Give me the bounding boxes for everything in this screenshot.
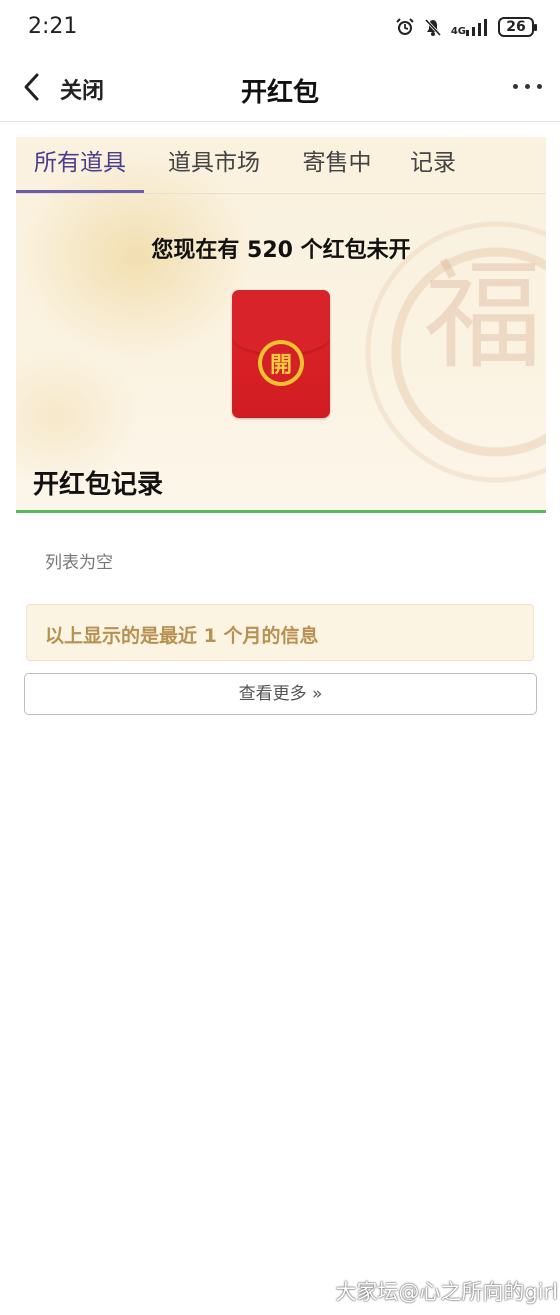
tab-records[interactable]: 记录	[390, 137, 476, 193]
fu-decoration: 福	[424, 247, 543, 385]
more-dots-icon[interactable]	[513, 84, 542, 89]
battery-icon: 26	[498, 17, 537, 37]
nav-bar: 关闭 开红包	[0, 56, 560, 122]
tab-all-items[interactable]: 所有道具	[16, 137, 144, 193]
seal-char: 開	[262, 344, 300, 382]
tab-item-market[interactable]: 道具市场	[144, 137, 284, 193]
info-notice: 以上显示的是最近 1 个月的信息	[26, 604, 534, 661]
section-divider	[16, 510, 546, 513]
page-title: 开红包	[240, 78, 319, 108]
alarm-icon	[395, 17, 415, 37]
red-packet-button[interactable]: 開	[232, 290, 330, 418]
record-title: 开红包记录	[33, 470, 164, 500]
status-icons: 4G 26	[395, 14, 537, 40]
watermark: 大家坛@心之所向的girl	[335, 1280, 558, 1304]
status-time: 2:21	[28, 14, 78, 39]
tab-on-consignment[interactable]: 寄售中	[284, 137, 390, 193]
signal-icon: 4G	[451, 17, 490, 37]
mute-bell-icon	[423, 17, 443, 37]
view-more-button[interactable]: 查看更多 »	[24, 673, 537, 715]
red-packet-banner: 福 所有道具 道具市场 寄售中 记录 您现在有 520 个红包未开 開 开红包记…	[16, 137, 546, 513]
unopened-count-text: 您现在有 520 个红包未开	[151, 238, 411, 263]
notice-text: 以上显示的是最近 1 个月的信息	[45, 625, 319, 647]
open-seal-icon: 開	[258, 340, 304, 386]
status-bar: 2:21 4G 26	[0, 0, 560, 56]
tab-bar: 所有道具 道具市场 寄售中 记录	[16, 137, 546, 194]
empty-list-text: 列表为空	[45, 553, 113, 573]
